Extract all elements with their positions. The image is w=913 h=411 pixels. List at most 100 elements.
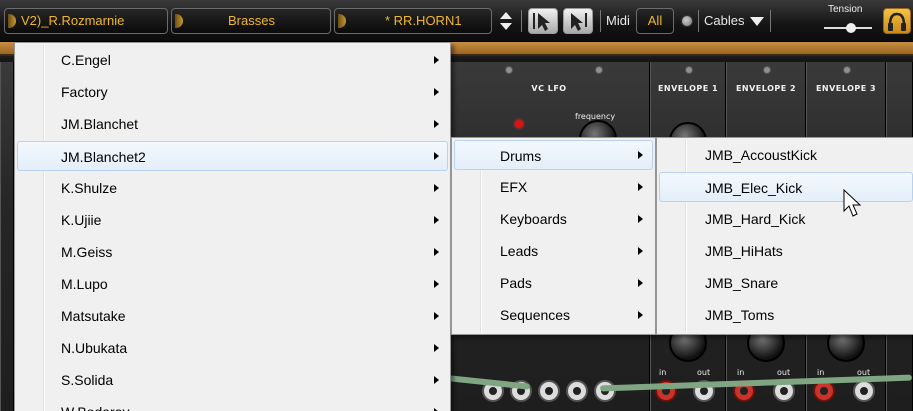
pointer-plus-icon — [571, 13, 587, 31]
envelope-1-title: ENVELOPE 1 — [657, 84, 719, 93]
pointer-icon — [533, 13, 550, 31]
menu-item-matsutake[interactable]: Matsutake — [17, 301, 448, 331]
lfo-led-icon — [515, 120, 523, 128]
menu-item-label: Matsutake — [61, 308, 126, 324]
tension-slider[interactable] — [824, 23, 872, 33]
menu-item-label: JMB_HiHats — [705, 243, 783, 259]
preset-stepper[interactable] — [497, 10, 515, 32]
menu-item-s-solida[interactable]: S.Solida — [17, 365, 448, 395]
submenu-arrow-icon — [434, 216, 439, 224]
menu-item-label: Sequences — [500, 307, 571, 323]
jack-in-label: in — [737, 368, 745, 377]
menu-item-jm-blanchet2[interactable]: JM.Blanchet2 — [17, 141, 448, 171]
submenu-arrow-icon — [638, 247, 643, 255]
menu-item-n-ubukata[interactable]: N.Ubukata — [17, 333, 448, 363]
menu-item-k-shulze[interactable]: K.Shulze — [17, 173, 448, 203]
toolbar: V2)_R.Rozmarnie Brasses * RR.HORN1 Midi … — [0, 0, 913, 42]
patch-tool-button[interactable] — [563, 8, 593, 34]
screw-icon — [843, 66, 851, 74]
submenu-arrow-icon — [434, 248, 439, 256]
menu-item-label: Keyboards — [500, 211, 567, 227]
menu-item-drums[interactable]: Drums — [454, 140, 653, 170]
menu-item-label: M.Geiss — [61, 244, 113, 260]
author-menu: C.Engel Factory JM.Blanchet JM.Blanchet2… — [14, 42, 451, 411]
tension-label: Tension — [828, 4, 863, 15]
menu-item-label: K.Shulze — [61, 180, 118, 196]
menu-item-jm-blanchet[interactable]: JM.Blanchet — [17, 109, 448, 139]
lfo-wave-jack-4[interactable] — [566, 380, 588, 402]
menu-item-efx[interactable]: EFX — [454, 172, 653, 202]
menu-item-w-bodaray[interactable]: W.Bodaray — [17, 397, 448, 411]
menu-item-factory[interactable]: Factory — [17, 77, 448, 107]
menu-item-label: JMB_Toms — [705, 307, 775, 323]
chevron-down-icon[interactable] — [750, 17, 764, 27]
menu-item-leads[interactable]: Leads — [454, 236, 653, 266]
envelope-3-title: ENVELOPE 3 — [815, 84, 877, 93]
knob-indicator-icon — [175, 14, 183, 28]
menu-item-keyboards[interactable]: Keyboards — [454, 204, 653, 234]
menu-item-m-lupo[interactable]: M.Lupo — [17, 269, 448, 299]
submenu-arrow-icon — [434, 280, 439, 288]
menu-item-label: Pads — [500, 275, 532, 291]
submenu-arrow-icon — [434, 152, 439, 160]
category-label: Brasses — [228, 13, 275, 28]
submenu-arrow-icon — [434, 184, 439, 192]
menu-item-label: Factory — [61, 84, 108, 100]
screw-icon — [763, 66, 771, 74]
preset-submenu: JMB_AccoustKick JMB_Elec_Kick JMB_Hard_K… — [656, 137, 913, 335]
category-selector[interactable]: Brasses — [171, 8, 331, 34]
menu-item-jmb-elec-kick[interactable]: JMB_Elec_Kick — [659, 172, 913, 202]
screw-icon — [595, 66, 603, 74]
menu-item-label: S.Solida — [61, 372, 114, 388]
divider — [698, 10, 699, 32]
midi-channel-selector[interactable]: All — [636, 8, 674, 34]
preset-label: * RR.HORN1 — [385, 13, 462, 28]
menu-item-jmb-accoustkick[interactable]: JMB_AccoustKick — [659, 140, 913, 170]
menu-item-sequences[interactable]: Sequences — [454, 300, 653, 330]
menu-item-jmb-toms[interactable]: JMB_Toms — [659, 300, 913, 330]
submenu-arrow-icon — [434, 88, 439, 96]
submenu-arrow-icon — [638, 279, 643, 287]
menu-item-label: JMB_Snare — [705, 275, 779, 291]
submenu-arrow-icon — [434, 56, 439, 64]
submenu-arrow-icon — [638, 151, 643, 159]
menu-item-jmb-snare[interactable]: JMB_Snare — [659, 268, 913, 298]
menu-item-pads[interactable]: Pads — [454, 268, 653, 298]
envelope-3-out-jack[interactable] — [853, 380, 875, 402]
divider — [770, 10, 771, 32]
preset-selector[interactable]: * RR.HORN1 — [334, 8, 492, 34]
menu-item-label: K.Ujiie — [61, 212, 102, 228]
cables-label[interactable]: Cables — [704, 13, 744, 28]
screw-icon — [505, 66, 513, 74]
envelope-2-title: ENVELOPE 2 — [735, 84, 797, 93]
category-submenu: Drums EFX Keyboards Leads Pads Sequences — [451, 137, 656, 335]
menu-item-c-engel[interactable]: C.Engel — [17, 45, 448, 75]
cursor-tool-button[interactable] — [528, 8, 558, 34]
submenu-arrow-icon — [434, 312, 439, 320]
menu-item-jmb-hard-kick[interactable]: JMB_Hard_Kick — [659, 204, 913, 234]
menu-item-label: JM.Blanchet2 — [61, 149, 146, 165]
tension-thumb[interactable] — [846, 23, 856, 33]
patch-name-field[interactable]: V2)_R.Rozmarnie — [4, 8, 168, 34]
menu-item-label: JMB_AccoustKick — [705, 147, 818, 163]
menu-item-k-ujiie[interactable]: K.Ujiie — [17, 205, 448, 235]
menu-item-jmb-hihats[interactable]: JMB_HiHats — [659, 236, 913, 266]
screw-icon — [685, 66, 693, 74]
menu-item-label: JMB_Hard_Kick — [705, 211, 806, 227]
menu-item-label: Leads — [500, 243, 539, 259]
headphones-icon — [888, 12, 906, 31]
lfo-wave-jack-3[interactable] — [538, 380, 560, 402]
menu-item-m-geiss[interactable]: M.Geiss — [17, 237, 448, 267]
menu-item-label: EFX — [500, 179, 528, 195]
menu-item-label: W.Bodaray — [61, 397, 129, 411]
menu-item-label: N.Ubukata — [61, 340, 128, 356]
up-down-arrows-icon — [500, 12, 512, 30]
knob-indicator-icon — [338, 14, 346, 28]
mouse-cursor-icon — [843, 189, 862, 217]
headphones-button[interactable] — [883, 8, 911, 34]
menu-item-label: JMB_Elec_Kick — [705, 180, 803, 196]
jack-out-label: out — [697, 368, 711, 377]
divider — [600, 10, 601, 32]
patch-name-label: V2)_R.Rozmarnie — [21, 13, 125, 28]
midi-led-icon — [681, 15, 693, 27]
